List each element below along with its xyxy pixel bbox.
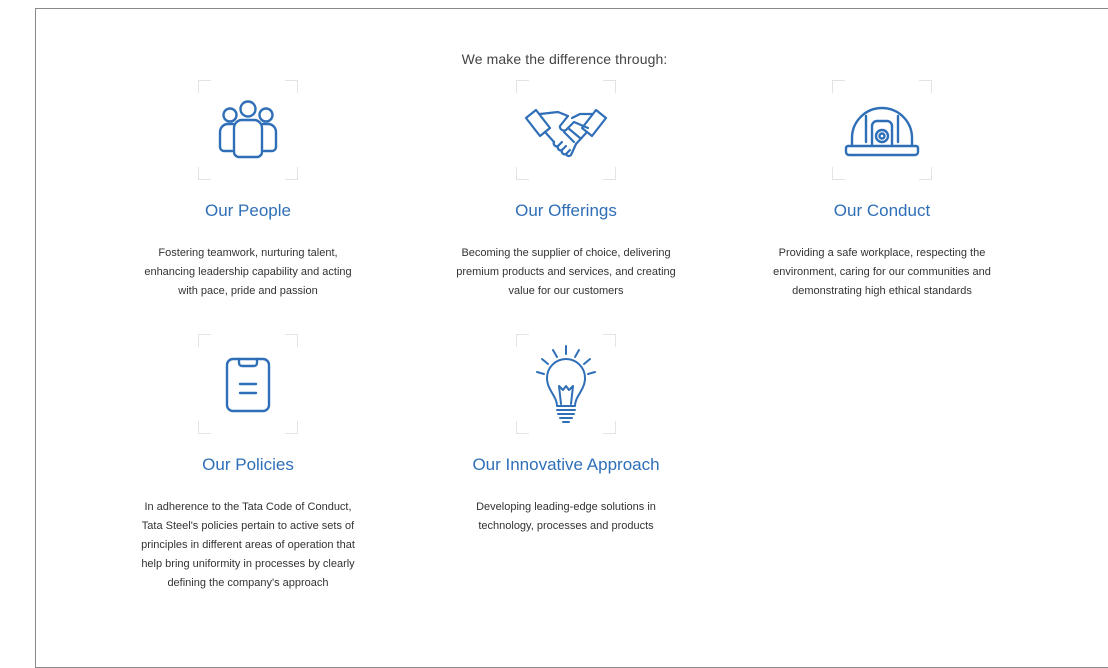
card-title: Our People [205, 201, 291, 220]
card-title: Our Offerings [515, 201, 617, 220]
icon-frame [516, 80, 616, 180]
card-title: Our Policies [202, 455, 294, 474]
people-icon [218, 100, 278, 159]
card-our-conduct: Our Conduct Providing a safe workplace, … [737, 80, 1027, 301]
card-our-offerings: Our Offerings Becoming the supplier of c… [421, 80, 711, 301]
clipboard-icon [225, 357, 271, 413]
card-description: Developing leading-edge solutions in tec… [476, 501, 656, 532]
card-description: Fostering teamwork, nurturing talent, en… [144, 247, 352, 297]
section-heading: We make the difference through: [461, 51, 668, 67]
card-description: Becoming the supplier of choice, deliver… [456, 247, 676, 297]
icon-frame [516, 334, 616, 434]
safety-helmet-icon [844, 106, 920, 157]
card-our-people: Our People Fostering teamwork, nurturing… [103, 80, 393, 301]
card-title: Our Innovative Approach [472, 455, 660, 474]
card-our-policies: Our Policies In adherence to the Tata Co… [103, 334, 393, 593]
icon-frame [198, 80, 298, 180]
card-description: Providing a safe workplace, respecting t… [773, 247, 991, 297]
icon-frame [832, 80, 932, 180]
icon-frame [198, 334, 298, 434]
lightbulb-icon [536, 345, 596, 423]
handshake-icon [524, 108, 608, 158]
card-our-innovative-approach: Our Innovative Approach Developing leadi… [421, 334, 711, 536]
card-description: In adherence to the Tata Code of Conduct… [141, 501, 355, 589]
card-title: Our Conduct [833, 201, 931, 220]
